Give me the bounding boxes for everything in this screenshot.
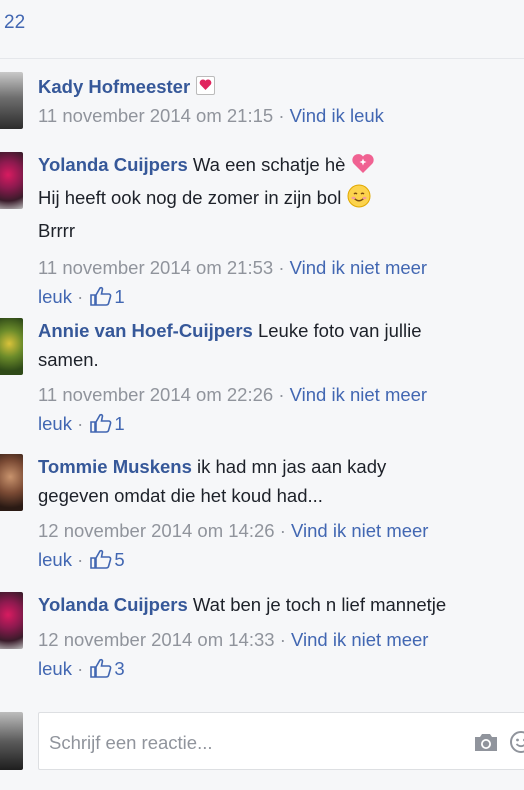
unlike-link-cont[interactable]: leuk — [38, 413, 72, 434]
emoji-icon[interactable] — [509, 730, 524, 759]
separator: · — [273, 384, 290, 405]
separator: · — [71, 286, 89, 307]
comment-text: Wat ben je toch n lief mannetje — [192, 594, 447, 615]
thumbs-up-icon[interactable] — [90, 548, 112, 577]
like-link[interactable]: Vind ik leuk — [290, 105, 384, 126]
comment-timestamp[interactable]: 11 november 2014 om 21:15 — [38, 105, 273, 126]
like-count[interactable]: 3 — [114, 658, 124, 679]
comment-author[interactable]: Annie van Hoef-Cuijpers — [38, 320, 253, 341]
heart-icon — [196, 76, 216, 95]
comment-author[interactable]: Kady Hofmeester — [38, 76, 190, 97]
comment-author[interactable]: Yolanda Cuijpers — [38, 154, 188, 175]
smiling-face-icon — [347, 184, 371, 216]
separator: · — [71, 658, 89, 679]
comment-timestamp[interactable]: 11 november 2014 om 21:53 — [38, 257, 273, 278]
sparkling-heart-icon — [351, 153, 375, 183]
previous-comments-count[interactable]: 22 — [4, 12, 25, 34]
unlike-link[interactable]: Vind ik niet meer — [290, 257, 427, 278]
unlike-link-cont[interactable]: leuk — [38, 286, 72, 307]
divider — [0, 58, 524, 59]
comment-text: gegeven omdat die het koud had... — [38, 485, 323, 506]
comment-composer[interactable] — [38, 712, 524, 770]
unlike-link[interactable]: Vind ik niet meer — [290, 384, 427, 405]
like-count[interactable]: 1 — [114, 286, 124, 307]
separator: · — [273, 257, 290, 278]
comment-text: Wa een schatje hè — [192, 154, 346, 175]
comment-input[interactable] — [47, 727, 451, 759]
separator: · — [274, 520, 292, 541]
comment-text: ik had mn jas aan kady — [197, 456, 387, 477]
separator: · — [274, 629, 292, 650]
comment-text: Brrrr — [38, 220, 75, 241]
current-user-avatar[interactable] — [0, 712, 23, 770]
camera-icon[interactable] — [473, 731, 499, 758]
avatar[interactable] — [0, 152, 23, 209]
thumbs-up-icon[interactable] — [90, 285, 112, 314]
separator: · — [71, 549, 89, 570]
comment-author[interactable]: Tommie Muskens — [38, 456, 192, 477]
comment-timestamp[interactable]: 11 november 2014 om 22:26 — [38, 384, 273, 405]
avatar[interactable] — [0, 454, 23, 511]
separator: · — [273, 105, 290, 126]
unlike-link-cont[interactable]: leuk — [38, 658, 72, 679]
comment-timestamp[interactable]: 12 november 2014 om 14:26 — [38, 520, 275, 541]
thumbs-up-icon[interactable] — [90, 657, 112, 686]
comment-text: samen. — [38, 349, 99, 370]
avatar[interactable] — [0, 72, 23, 129]
avatar[interactable] — [0, 592, 23, 649]
thumbs-up-icon[interactable] — [90, 412, 112, 441]
comment-text: Hij heeft ook nog de zomer in zijn bol — [38, 187, 342, 208]
comment-author[interactable]: Yolanda Cuijpers — [38, 594, 188, 615]
like-count[interactable]: 1 — [114, 413, 124, 434]
separator: · — [71, 413, 89, 434]
avatar[interactable] — [0, 318, 23, 375]
unlike-link[interactable]: Vind ik niet meer — [291, 629, 428, 650]
comment-timestamp[interactable]: 12 november 2014 om 14:33 — [38, 629, 275, 650]
unlike-link-cont[interactable]: leuk — [38, 549, 72, 570]
comment-text: Leuke foto van jullie — [257, 320, 422, 341]
like-count[interactable]: 5 — [114, 549, 124, 570]
unlike-link[interactable]: Vind ik niet meer — [291, 520, 428, 541]
